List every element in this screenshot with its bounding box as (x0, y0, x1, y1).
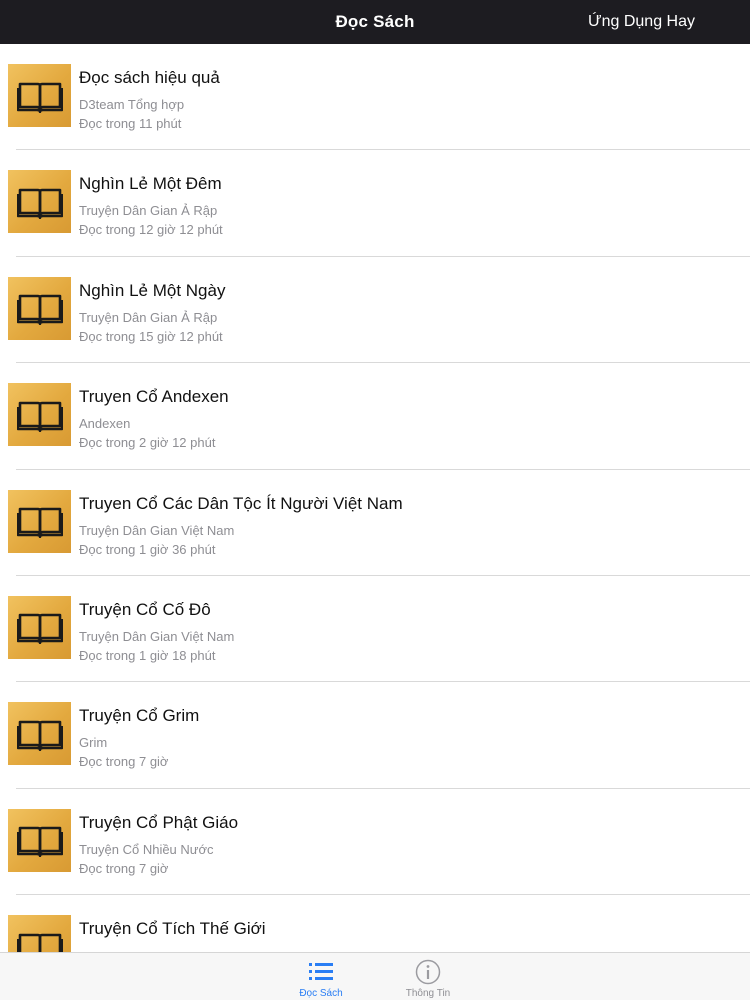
book-row[interactable]: Truyện Cổ Phật Giáo Truyện Cổ Nhiều Nước Đ… (0, 789, 750, 896)
book-title: Truyện Cổ Tích Thế Giới (79, 919, 266, 939)
book-row[interactable]: Truyen Cổ Các Dân Tộc Ít Người Việt Nam T… (0, 470, 750, 576)
tab-bar: Đọc Sách Thông Tin (0, 952, 750, 1000)
tab-label: Thông Tin (405, 988, 451, 999)
book-list[interactable]: Đọc sách hiệu quả D3team Tổng hợp Đọc tron… (0, 44, 750, 952)
book-title: Nghìn Lẻ Một Ngày (79, 280, 226, 300)
book-row[interactable]: Đọc sách hiệu quả D3team Tổng hợp Đọc tron… (0, 44, 750, 151)
info-icon (415, 959, 441, 985)
open-book-icon (16, 401, 63, 432)
book-title: Truyện Cổ Cố Đô (79, 599, 211, 619)
book-read-time: Đọc trong 7 giờ (79, 860, 169, 876)
book-read-time: Đọc trong 15 giờ 12 phút (79, 328, 223, 344)
open-book-icon (16, 294, 63, 326)
book-title: Truyen Cổ Andexen (79, 387, 229, 407)
book-author: Grim (79, 735, 108, 751)
book-title: Đọc sách hiệu quả (79, 68, 220, 87)
book-row[interactable]: Truyện Cổ Grim Grim Đọc trong 7 giờ (0, 682, 750, 789)
book-cover-thumbnail (8, 64, 71, 127)
open-book-icon (16, 720, 63, 751)
book-cover-thumbnail (8, 915, 71, 952)
open-book-icon (16, 188, 63, 219)
open-book-icon (16, 614, 63, 645)
book-row[interactable]: Truyện Cổ Tích Thế Giới (0, 895, 750, 952)
book-cover-thumbnail (8, 702, 71, 766)
book-read-time: Đọc trong 11 phút (79, 116, 182, 131)
apps-button[interactable]: Ứng Dụng Hay (588, 0, 695, 44)
book-author: Truyện Cổ Nhiều Nước (79, 841, 214, 857)
book-cover-thumbnail (8, 276, 71, 340)
book-author: Truyện Dân Gian Việt Nam (79, 522, 235, 538)
tab-doc-sach[interactable]: Đọc Sách (281, 953, 361, 1000)
book-author: Truyện Dân Gian Ả Rập (79, 203, 218, 219)
top-navigation-bar: Đọc Sách Ứng Dụng Hay (0, 0, 750, 44)
book-cover-thumbnail (8, 489, 71, 553)
app-window: Đọc Sách Ứng Dụng Hay Đọc sách hiệu quả D… (0, 0, 750, 1000)
book-author: D3team Tổng hợp (79, 97, 185, 112)
book-row[interactable]: Nghìn Lẻ Một Đêm Truyện Dân Gian Ả Rập Đọc… (0, 150, 750, 257)
book-row[interactable]: Truyện Cổ Cố Đô Truyện Dân Gian Việt Nam Đ… (0, 576, 750, 683)
book-row[interactable]: Truyen Cổ Andexen Andexen Đọc trong 2 giờ … (0, 363, 750, 470)
book-read-time: Đọc trong 2 giờ 12 phút (79, 435, 216, 451)
book-author: Andexen (79, 416, 131, 432)
book-author: Truyện Dân Gian Ả Rập (79, 309, 218, 325)
book-read-time: Đọc trong 1 giờ 18 phút (79, 647, 216, 663)
book-read-time: Đọc trong 1 giờ 36 phút (79, 541, 216, 557)
open-book-icon (16, 507, 63, 539)
book-author: Truyện Dân Gian Việt Nam (79, 628, 235, 644)
open-book-icon (16, 933, 63, 952)
book-read-time: Đọc trong 7 giờ (79, 754, 169, 770)
book-read-time: Đọc trong 12 giờ 12 phút (79, 222, 223, 238)
book-title: Truyen Cổ Các Dân Tộc Ít Người Việt Nam (79, 493, 403, 513)
open-book-icon (16, 82, 63, 113)
book-cover-thumbnail (8, 595, 71, 659)
open-book-icon (16, 826, 63, 858)
book-title: Nghìn Lẻ Một Đêm (79, 174, 222, 194)
tab-label: Đọc Sách (299, 988, 343, 999)
list-icon (309, 963, 333, 980)
book-title: Truyện Cổ Grim (79, 706, 200, 726)
book-cover-thumbnail (8, 808, 71, 872)
tab-thong-tin[interactable]: Thông Tin (388, 953, 468, 1000)
book-row[interactable]: Nghìn Lẻ Một Ngày Truyện Dân Gian Ả Rập Đọ… (0, 257, 750, 364)
book-cover-thumbnail (8, 383, 71, 447)
book-cover-thumbnail (8, 170, 71, 234)
book-title: Truyện Cổ Phật Giáo (79, 812, 239, 832)
